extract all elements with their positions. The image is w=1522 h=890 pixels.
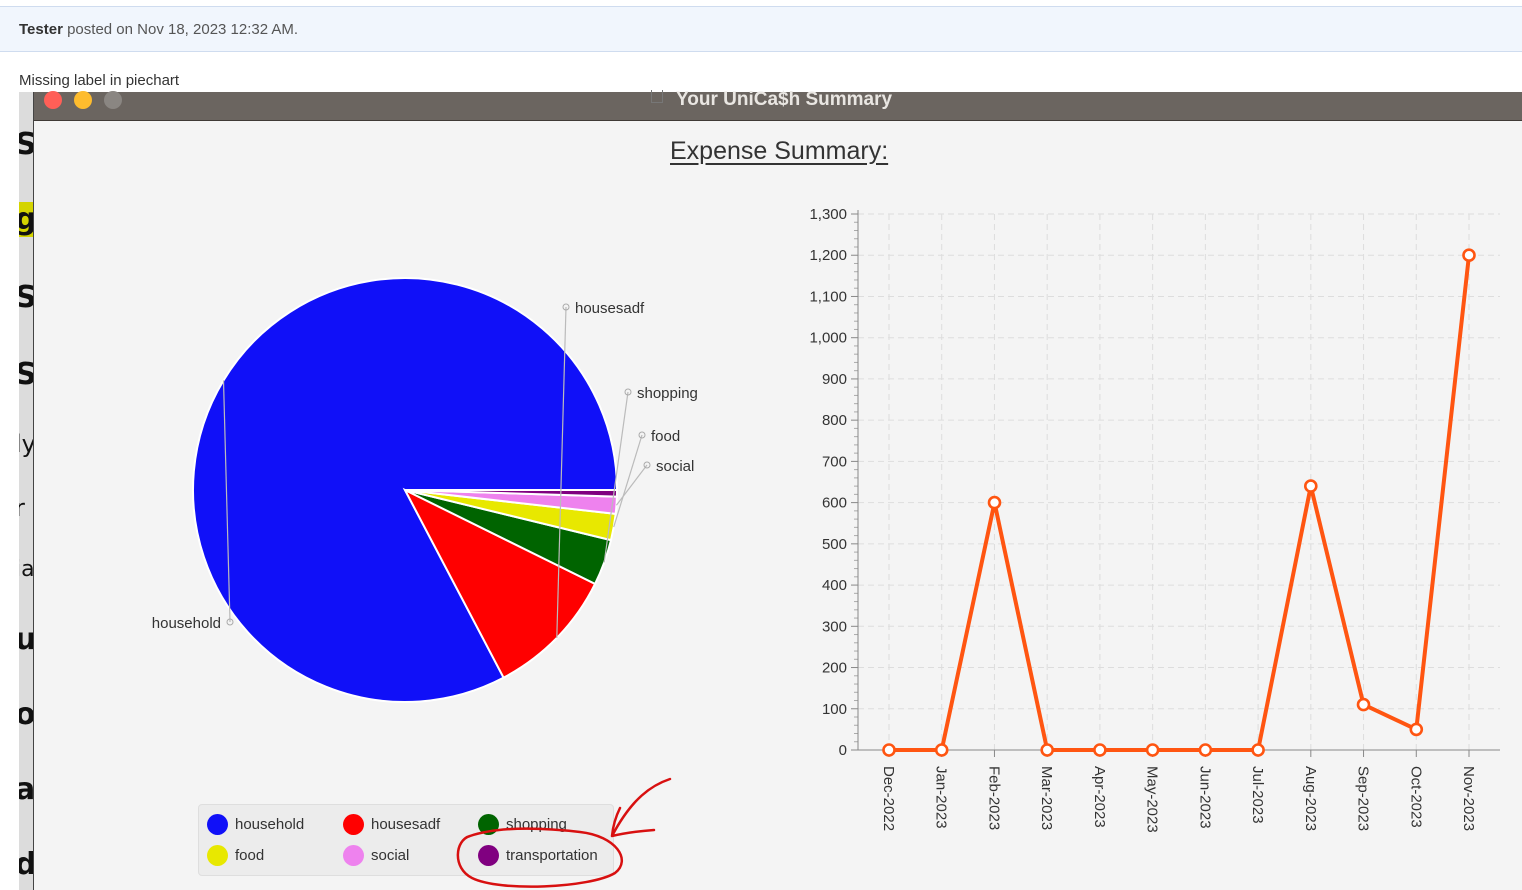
- x-tick-label: Dec-2022: [880, 766, 897, 831]
- post-header: Tester posted on Nov 18, 2023 12:32 AM.: [0, 6, 1522, 52]
- x-tick-label: Jul-2023: [1249, 766, 1266, 824]
- background-letter: S: [19, 357, 33, 392]
- legend-swatch: [478, 814, 499, 835]
- post-author[interactable]: Tester: [19, 21, 63, 38]
- data-point[interactable]: [1409, 722, 1424, 737]
- legend-swatch: [207, 845, 228, 866]
- data-point[interactable]: [1093, 743, 1107, 757]
- legend-label: shopping: [506, 816, 567, 833]
- y-tick-label: 1,100: [809, 288, 847, 305]
- background-letter: ly: [19, 430, 33, 458]
- pie-slice-label: shopping: [637, 385, 698, 402]
- x-tick-label: Jun-2023: [1196, 766, 1213, 829]
- data-point[interactable]: [1356, 697, 1371, 712]
- background-letter: a: [19, 772, 33, 807]
- background-window-strip: S g S S ly r ia u o a d: [19, 92, 33, 890]
- legend-label: food: [235, 847, 265, 864]
- legend-label: transportation: [506, 847, 598, 864]
- data-point[interactable]: [934, 743, 949, 757]
- x-tick-label: Aug-2023: [1302, 766, 1319, 831]
- legend-swatch: [207, 814, 228, 835]
- background-letter: S: [19, 280, 33, 315]
- data-point[interactable]: [1303, 479, 1318, 493]
- monthly-expense-line-chart: 0 100 200 300 400 500 600 700 800 900 1,000 1,100 1,…: [809, 206, 1500, 833]
- x-tick-label: Feb-2023: [985, 766, 1002, 830]
- y-tick-label: 800: [822, 412, 847, 429]
- pie-slice-label: household: [152, 615, 221, 632]
- background-letter: ia: [19, 557, 33, 582]
- background-letter: r: [19, 494, 25, 522]
- data-point[interactable]: [1145, 743, 1160, 757]
- y-tick-label: 700: [822, 453, 847, 470]
- y-tick-label: 1,000: [809, 330, 847, 347]
- post-timestamp: posted on Nov 18, 2023 12:32 AM.: [67, 21, 299, 38]
- data-point[interactable]: [1462, 248, 1476, 263]
- legend-swatch: [478, 845, 499, 866]
- pie-slice-label: social: [656, 458, 694, 475]
- y-tick-label: 1,300: [809, 206, 847, 223]
- y-tick-label: 900: [822, 371, 847, 388]
- data-point[interactable]: [882, 743, 896, 757]
- x-tick-label: Mar-2023: [1038, 766, 1055, 830]
- y-tick-label: 100: [822, 701, 847, 718]
- background-letter: o: [19, 697, 33, 732]
- legend-label: household: [235, 816, 305, 833]
- data-point[interactable]: [1251, 743, 1265, 757]
- x-tick-label: May-2023: [1144, 766, 1161, 833]
- data-point[interactable]: [987, 495, 1002, 510]
- pie-legend: household housesadf shopping food social…: [198, 804, 614, 876]
- y-tick-label: 500: [822, 536, 847, 553]
- summary-window: Your UniCa$h Summary Expense Summary: ho…: [33, 89, 1522, 890]
- legend-swatch: [343, 845, 364, 866]
- x-tick-label: Oct-2023: [1407, 766, 1424, 828]
- pie-label-leader: [615, 464, 648, 506]
- pie-label-leader: [613, 434, 643, 528]
- data-point[interactable]: [1040, 743, 1055, 757]
- legend-label: housesadf: [371, 816, 441, 833]
- expense-pie-chart: housesadf shopping food social household: [152, 277, 698, 703]
- post-meta-line: Tester posted on Nov 18, 2023 12:32 AM.: [19, 21, 298, 38]
- legend-swatch: [343, 814, 364, 835]
- x-tick-label: Nov-2023: [1460, 766, 1477, 831]
- pie-slice-label: food: [651, 428, 680, 445]
- y-tick-label: 400: [822, 577, 847, 594]
- background-letter: u: [19, 622, 33, 657]
- y-tick-label: 0: [839, 742, 847, 759]
- data-point[interactable]: [1198, 743, 1213, 757]
- pie-slice-label: housesadf: [575, 300, 645, 317]
- background-letter: g: [19, 202, 33, 237]
- background-letter: d: [19, 847, 33, 882]
- x-tick-label: Jan-2023: [933, 766, 950, 829]
- y-tick-label: 200: [822, 660, 847, 677]
- legend-label: social: [371, 847, 410, 864]
- x-tick-label: Apr-2023: [1091, 766, 1108, 828]
- y-tick-label: 600: [822, 495, 847, 512]
- y-tick-label: 300: [822, 618, 847, 635]
- background-letter: S: [19, 127, 33, 162]
- y-tick-label: 1,200: [809, 247, 847, 264]
- x-tick-label: Sep-2023: [1355, 766, 1372, 831]
- post-body-text: Missing label in piechart: [19, 72, 180, 89]
